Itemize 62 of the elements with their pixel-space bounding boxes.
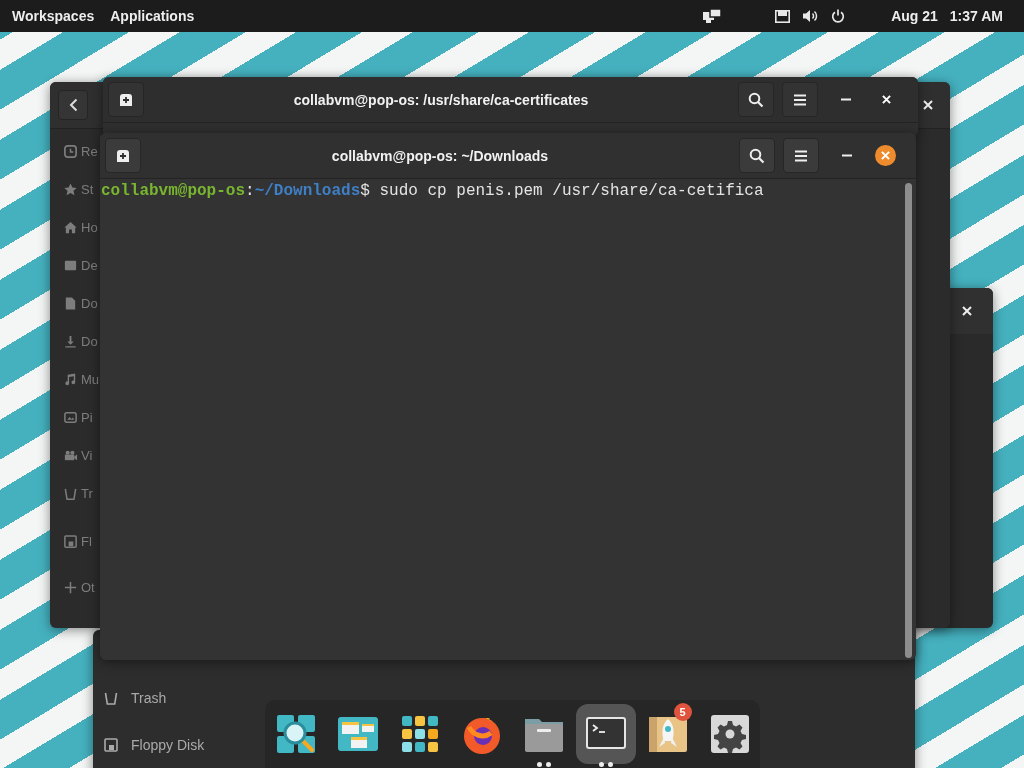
menu-icon <box>795 149 807 162</box>
close-icon <box>881 95 891 104</box>
new-tab-icon <box>118 92 134 107</box>
running-indicator <box>598 762 613 767</box>
plus-icon <box>63 579 78 595</box>
chevron-left-icon <box>68 98 78 112</box>
close-button[interactable] <box>875 145 896 166</box>
gear-icon <box>708 713 751 755</box>
minimize-icon <box>841 98 851 101</box>
sidebar-item[interactable]: Fl <box>50 522 100 560</box>
new-tab-icon <box>115 148 131 163</box>
volume-icon[interactable] <box>802 9 820 23</box>
menu-button[interactable] <box>782 82 818 117</box>
magnifier-icon <box>274 713 317 755</box>
sidebar-item[interactable]: Do <box>50 284 100 322</box>
sidebar-item[interactable]: St <box>50 170 100 208</box>
star-icon <box>63 181 78 197</box>
network-icon[interactable] <box>775 9 791 23</box>
house-icon <box>63 219 78 235</box>
back-button[interactable] <box>58 90 88 120</box>
sidebar-item[interactable]: Do <box>50 322 100 360</box>
sidebar-item[interactable]: Re <box>50 132 100 170</box>
window-title: collabvm@pop-os: /usr/share/ca-certificates <box>292 91 590 108</box>
sidebar-item[interactable]: De <box>50 246 100 284</box>
menu-button[interactable] <box>783 138 819 173</box>
search-button[interactable] <box>739 138 775 173</box>
panel-menu[interactable]: Applications <box>110 8 195 24</box>
sidebar-item[interactable]: Ot <box>50 568 100 606</box>
terminal-line: collabvm@pop-os:~/Downloads$ sudo cp penis.pem /usr/share/ca-cetifica <box>101 181 765 201</box>
search-button[interactable] <box>738 82 774 117</box>
menu-icon <box>794 93 806 106</box>
clock-icon <box>63 143 78 159</box>
download-icon <box>63 333 78 349</box>
panel-menu[interactable]: Workspaces <box>12 8 95 24</box>
running-indicator <box>536 762 551 767</box>
panel-time[interactable]: 1:37 AM <box>949 8 1003 24</box>
sidebar-item[interactable]: Ho <box>50 208 100 246</box>
close-icon <box>923 100 933 110</box>
picture-icon <box>63 409 78 425</box>
minimize-icon <box>842 154 852 157</box>
dock-item[interactable] <box>575 704 636 764</box>
notification-badge: 5 <box>673 703 692 721</box>
display-icon[interactable] <box>703 9 722 23</box>
document-icon <box>63 295 78 311</box>
scrollbar[interactable] <box>905 183 912 658</box>
new-tab-button[interactable] <box>105 138 141 173</box>
close-icon <box>962 306 972 316</box>
sidebar-item[interactable]: Vi <box>50 436 100 474</box>
trash-icon <box>103 690 119 706</box>
close-icon <box>881 151 890 160</box>
window-title: collabvm@pop-os: ~/Downloads <box>330 147 550 164</box>
sidebar-item[interactable]: Pi <box>50 398 100 436</box>
new-tab-button[interactable] <box>108 82 144 117</box>
sidebar-item[interactable]: Floppy Disk <box>103 726 243 764</box>
panel-date[interactable]: Aug 21 <box>891 8 938 24</box>
power-icon[interactable] <box>831 9 846 23</box>
sidebar-item[interactable]: Mu <box>50 360 100 398</box>
sidebar-item[interactable]: Tr <box>50 474 100 512</box>
search-icon <box>748 91 764 108</box>
search-icon <box>749 147 765 164</box>
music-note-icon <box>63 371 78 387</box>
sidebar-item[interactable]: Trash <box>103 679 243 717</box>
